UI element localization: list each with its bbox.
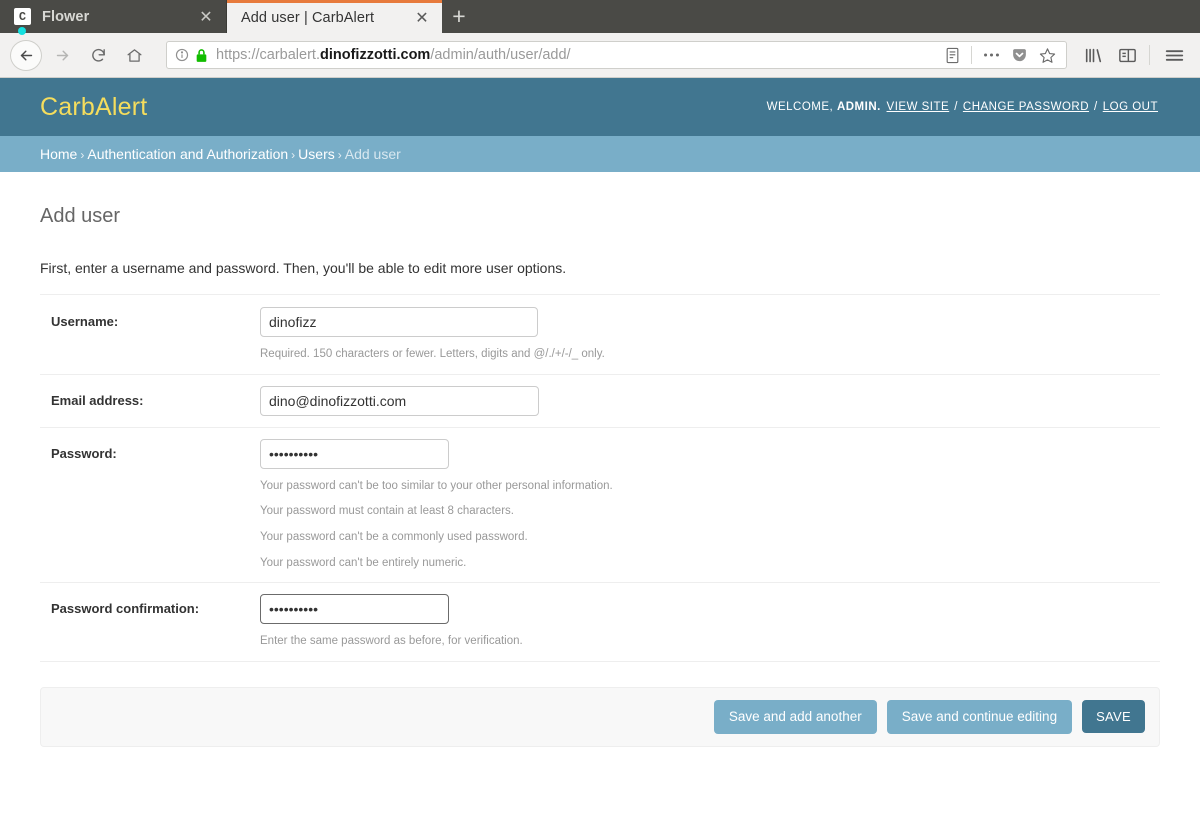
breadcrumb-item-users[interactable]: Users [298,146,335,162]
save-button[interactable]: SAVE [1082,700,1145,734]
password-confirmation-input[interactable] [260,594,449,625]
toolbar-right-icons [1075,39,1190,71]
form-row-password-confirmation: Password confirmation: Enter the same pa… [40,583,1160,663]
pocket-icon[interactable] [1006,43,1032,67]
lock-icon [195,48,208,63]
password-input[interactable] [260,438,449,469]
url-subdomain: carbalert. [259,47,320,63]
bookmark-star-icon[interactable] [1034,43,1060,67]
page-title: Add user [40,205,121,227]
main-content: Add user First, enter a username and pas… [0,172,1200,747]
log-out-link[interactable]: LOG OUT [1103,101,1158,113]
library-icon[interactable] [1077,39,1109,71]
save-and-continue-editing-button[interactable]: Save and continue editing [886,700,1073,734]
breadcrumb-item-home[interactable]: Home [40,146,77,162]
tab-favicon-icon: C [14,8,31,35]
reader-view-icon[interactable] [939,43,965,67]
form-row-password: Password: Your password can't be too sim… [40,428,1160,584]
tab-audio-indicator-icon [18,27,26,35]
page-info-icon[interactable] [175,48,189,62]
breadcrumb-separator: › [291,148,296,162]
tab-title: Flower [42,8,90,25]
username-label: Username: [51,314,119,329]
user-tools: WELCOME, ADMIN. VIEW SITE / CHANGE PASSW… [767,101,1160,113]
divider [1149,45,1150,65]
password-help-line: Your password can't be too similar to yo… [260,479,613,492]
site-branding[interactable]: CarbAlert [40,93,147,122]
reload-button-icon[interactable] [82,39,114,71]
add-user-form: Username: Required. 150 characters or fe… [40,294,1160,747]
page-actions-icon[interactable] [978,43,1004,67]
address-bar[interactable]: https://carbalert.dinofizzotti.com/admin… [166,41,1067,69]
url-text[interactable]: https://carbalert.dinofizzotti.com/admin… [216,47,939,63]
username-help-text: Required. 150 characters or fewer. Lette… [260,348,605,360]
password-label: Password: [51,445,117,461]
navigation-toolbar: https://carbalert.dinofizzotti.com/admin… [0,33,1200,78]
divider [971,46,972,64]
sidebar-icon[interactable] [1111,39,1143,71]
breadcrumb: Home › Authentication and Authorization › Us… [0,136,1200,172]
password-confirmation-help-text: Enter the same password as before, for v… [260,635,523,648]
password-confirmation-label: Password confirmation: [51,601,200,617]
submit-row: Save and add another Save and continue e… [40,687,1160,747]
form-row-username: Username: Required. 150 characters or fe… [40,294,1160,375]
view-site-link[interactable]: VIEW SITE [887,101,950,113]
tab-favicon-letter: C [18,9,27,24]
breadcrumb-separator: › [337,148,342,162]
password-help-line: Your password must contain at least 8 ch… [260,505,514,518]
browser-window: C Flower ✕ Add user | CarbAlert ✕ + http… [0,0,1200,815]
form-row-email: Email address: [40,375,1160,428]
separator: / [954,101,958,113]
home-button-icon[interactable] [118,39,150,71]
change-password-link[interactable]: CHANGE PASSWORD [963,101,1089,113]
tab-title: Add user | CarbAlert [241,10,375,26]
breadcrumb-item-auth[interactable]: Authentication and Authorization [87,146,288,162]
current-username: ADMIN. [836,101,881,113]
url-domain: dinofizzotti.com [319,47,431,63]
site-header: CarbAlert WELCOME, ADMIN. VIEW SITE / CH… [0,78,1200,136]
password-help-text: Your password can't be too similar to yo… [260,478,1160,572]
password-help-line: Your password can't be entirely numeric. [260,556,467,569]
save-and-add-another-button[interactable]: Save and add another [713,700,877,734]
email-label: Email address: [51,392,144,408]
tab-strip: C Flower ✕ Add user | CarbAlert ✕ + [0,0,1200,35]
breadcrumb-item-current: Add user [344,146,401,162]
close-icon[interactable]: ✕ [196,7,216,27]
hamburger-menu-icon[interactable] [1158,39,1190,71]
username-input[interactable] [260,307,538,337]
new-tab-button[interactable]: + [442,0,476,33]
forward-button-icon [46,39,78,71]
tab-flower[interactable]: C Flower ✕ [0,0,227,35]
address-bar-icons [939,43,1060,67]
page-viewport: CarbAlert WELCOME, ADMIN. VIEW SITE / CH… [0,78,1200,815]
separator: / [1094,101,1098,113]
form-intro-text: First, enter a username and password. Th… [40,260,567,276]
welcome-text: WELCOME, [766,101,834,113]
close-icon[interactable]: ✕ [412,8,432,28]
back-button-icon[interactable] [10,39,42,71]
tab-add-user-carbalert[interactable]: Add user | CarbAlert ✕ [227,0,442,33]
url-path: /admin/auth/user/add/ [430,47,571,63]
url-scheme: https:// [216,47,260,63]
breadcrumb-separator: › [80,148,85,162]
password-help-line: Your password can't be a commonly used p… [260,531,528,544]
email-input[interactable] [260,385,539,416]
